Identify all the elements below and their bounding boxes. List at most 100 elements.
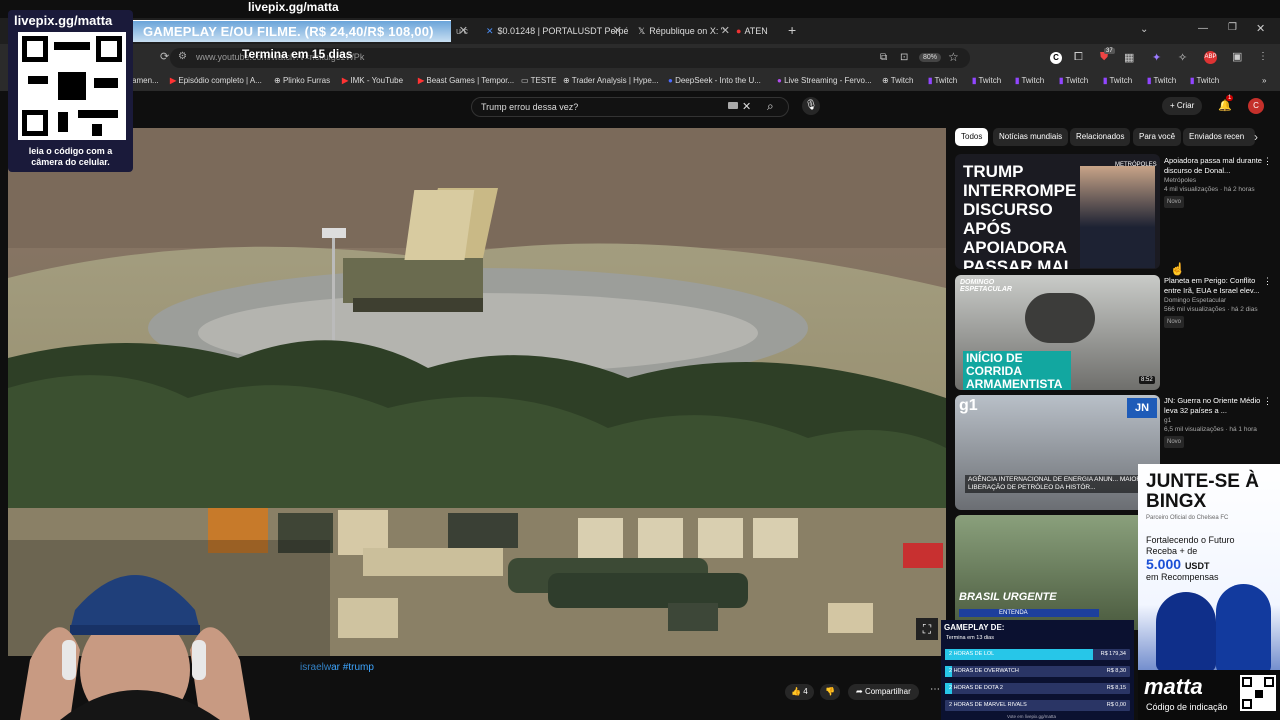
poll-value: R$ 8,30 bbox=[1106, 668, 1126, 674]
install-icon[interactable]: ⊡ bbox=[900, 52, 908, 63]
tab-republique[interactable]: 𝕏 République on X: " ✕ bbox=[632, 18, 736, 44]
like-button[interactable]: 👍 4 bbox=[785, 684, 814, 700]
bookmark-item[interactable]: ▮ Twitch bbox=[928, 76, 957, 85]
adblock-icon[interactable]: ABP bbox=[1204, 51, 1217, 64]
avatar[interactable]: C bbox=[1248, 98, 1264, 114]
extension-bird-icon[interactable]: ✧ bbox=[1178, 51, 1187, 64]
deepseek-icon: ● bbox=[668, 76, 673, 85]
poll-row: 2 HORAS DE OVERWATCH R$ 8,30 bbox=[945, 666, 1130, 677]
bookmark-item[interactable]: ⊕ Trader Analysis | Hype... bbox=[563, 76, 658, 85]
thumbs-down-icon[interactable]: 👎 bbox=[820, 684, 840, 700]
twitch-icon: ▮ bbox=[1015, 76, 1020, 85]
bookmark-item[interactable]: ▶ Episódio completo | A... bbox=[170, 76, 262, 85]
keyboard-icon[interactable] bbox=[728, 102, 738, 109]
bookmark-item[interactable]: ▮ Twitch bbox=[1190, 76, 1219, 85]
rec-channel: Metrópoles bbox=[1164, 177, 1197, 184]
livepix-handle-top: livepix.gg/matta bbox=[248, 0, 339, 14]
bookmark-item[interactable]: ▶ IMK - YouTube bbox=[342, 76, 403, 85]
chip-all[interactable]: Todos bbox=[955, 128, 989, 146]
bookmark-item[interactable]: ⊕ Twitch bbox=[882, 76, 913, 85]
rec-meta: 566 mil visualizações · há 2 dias bbox=[1164, 306, 1258, 313]
bookmark-label: Twitch bbox=[1065, 76, 1089, 85]
close-icon[interactable]: ✕ bbox=[613, 24, 622, 37]
share-label: Compartilhar bbox=[864, 687, 911, 696]
rec-thumbnail[interactable]: BRASIL URGENTE ENTENDA bbox=[955, 515, 1160, 630]
close-icon[interactable]: ✕ bbox=[459, 24, 468, 37]
bookmarks-bar: amen... ▶ Episódio completo | A... ⊕ Pli… bbox=[0, 72, 1280, 91]
tab-partial[interactable]: u c ✕ bbox=[450, 18, 474, 44]
poll-value: R$ 179,34 bbox=[1100, 651, 1126, 657]
clear-search-icon[interactable]: ✕ bbox=[742, 100, 751, 113]
extension-puzzle-icon[interactable]: ⧠ bbox=[1074, 51, 1083, 64]
chip-for-you[interactable]: Para você bbox=[1133, 128, 1182, 146]
chip-related[interactable]: Relacionados bbox=[1070, 128, 1131, 146]
bookmark-item[interactable]: ▮ Twitch bbox=[1059, 76, 1088, 85]
more-actions-icon[interactable]: ⋯ bbox=[930, 684, 940, 695]
person-image bbox=[1080, 166, 1155, 268]
share-button[interactable]: ➦ Compartilhar bbox=[848, 684, 919, 700]
poll-label: 2 HORAS DE DOTA 2 bbox=[949, 685, 1003, 691]
maximize-icon[interactable]: ❐ bbox=[1228, 22, 1237, 33]
rec-thumbnail[interactable]: TRUMP INTERROMPE DISCURSO APÓS APOIADORA… bbox=[955, 154, 1160, 269]
bookmark-item[interactable]: ▮ Twitch bbox=[972, 76, 1001, 85]
plus-icon: + bbox=[1170, 101, 1177, 110]
search-icon[interactable]: ⌕ bbox=[767, 99, 774, 114]
crypto-icon: ✕ bbox=[486, 25, 494, 36]
extension-off-icon[interactable]: ▣ bbox=[1232, 50, 1242, 63]
close-window-icon[interactable]: ✕ bbox=[1256, 22, 1265, 35]
bookmark-item[interactable]: ▮ Twitch bbox=[1103, 76, 1132, 85]
chip-world-news[interactable]: Notícias mundiais bbox=[993, 128, 1069, 146]
close-icon[interactable]: ✕ bbox=[721, 24, 730, 37]
extension-c-icon[interactable]: C bbox=[1050, 52, 1062, 64]
poll-value: R$ 0,00 bbox=[1106, 702, 1126, 708]
bookmark-item[interactable]: ▶ Beast Games | Tempor... bbox=[418, 76, 514, 85]
bookmark-item[interactable]: ● Live Streaming - Fervo... bbox=[777, 76, 872, 85]
star-icon[interactable]: ☆ bbox=[948, 50, 959, 64]
bookmark-item[interactable]: ▮ Twitch bbox=[1015, 76, 1044, 85]
address-bar-row: ⟳ ⚙ www.youtube.com/watch?v=rickuigc1WPk… bbox=[0, 44, 1280, 72]
rec-thumbnail[interactable]: g1 JN AGÊNCIA INTERNACIONAL DE ENERGIA A… bbox=[955, 395, 1160, 510]
zoom-level[interactable]: 80% bbox=[919, 53, 942, 62]
reload-icon[interactable]: ⟳ bbox=[160, 50, 169, 63]
twitch-icon: ▮ bbox=[928, 76, 933, 85]
ad-line-1: Fortalecendo o Futuro bbox=[1146, 535, 1235, 545]
rec-menu-icon[interactable]: ⋮ bbox=[1263, 276, 1272, 287]
tab-label: République on X: " bbox=[649, 26, 725, 36]
goal-countdown: Termina em 15 dias bbox=[242, 47, 353, 61]
bookmarks-overflow-icon[interactable]: » bbox=[1262, 76, 1266, 85]
search-value: Trump errou dessa vez? bbox=[481, 102, 579, 112]
menu-icon[interactable]: ⋮ bbox=[1258, 51, 1268, 62]
tab-list-icon[interactable]: ⌄ bbox=[1140, 24, 1148, 35]
extension-grid-icon[interactable]: ▦ bbox=[1124, 51, 1134, 64]
minimize-icon[interactable]: — bbox=[1198, 23, 1208, 34]
bookmark-label: Twitch bbox=[1109, 76, 1133, 85]
bookmark-item[interactable]: ▮ Twitch bbox=[1147, 76, 1176, 85]
extension-feather-icon[interactable]: ✦ bbox=[1152, 51, 1161, 64]
site-info-icon[interactable]: ⚙ bbox=[178, 51, 187, 62]
voice-search-icon[interactable]: 🎙 bbox=[802, 97, 820, 115]
rec-menu-icon[interactable]: ⋮ bbox=[1263, 396, 1272, 407]
ad-subline: Parceiro Oficial do Chelsea FC bbox=[1146, 515, 1229, 521]
bookmark-item[interactable]: ⊕ Plinko Furras bbox=[274, 76, 330, 85]
thumbnail-text: INÍCIO DE CORRIDA ARMAMENTISTA bbox=[963, 351, 1071, 390]
cast-icon[interactable]: ⧉ bbox=[880, 52, 887, 63]
rec-info[interactable]: JN: Guerra no Oriente Médio leva 32 país… bbox=[1164, 396, 1268, 448]
bookmark-item[interactable]: ● DeepSeek - Into the U... bbox=[668, 76, 761, 85]
new-badge: Novo bbox=[1164, 196, 1185, 208]
rec-info[interactable]: Apoiadora passa mal durante discurso de … bbox=[1164, 156, 1268, 208]
tab-aten[interactable]: ● ATEN bbox=[730, 18, 776, 44]
chip-recent[interactable]: Enviados recen bbox=[1183, 128, 1255, 146]
fullscreen-icon[interactable]: ⛶ bbox=[916, 618, 938, 640]
rec-thumbnail[interactable]: DOMINGO ESPETACULAR INÍCIO DE CORRIDA AR… bbox=[955, 275, 1160, 390]
search-input[interactable]: Trump errou dessa vez? ✕ ⌕ bbox=[471, 97, 789, 117]
tab-portalusdt[interactable]: ✕ $0.01248 | PORTALUSDT Perpé ✕ bbox=[480, 18, 628, 44]
rec-title: Planeta em Perigo: Conflito entre Irã, E… bbox=[1164, 276, 1260, 295]
bookmark-item[interactable]: amen... bbox=[132, 76, 159, 85]
rec-info[interactable]: Planeta em Perigo: Conflito entre Irã, E… bbox=[1164, 276, 1268, 328]
chevron-right-icon[interactable]: › bbox=[1254, 130, 1258, 144]
create-button[interactable]: + Criar bbox=[1162, 97, 1203, 115]
new-tab-icon[interactable]: + bbox=[788, 22, 796, 38]
bookmark-item[interactable]: ▭ TESTE bbox=[521, 76, 556, 85]
matta-logo: matta bbox=[1144, 674, 1203, 699]
rec-menu-icon[interactable]: ⋮ bbox=[1263, 156, 1272, 167]
